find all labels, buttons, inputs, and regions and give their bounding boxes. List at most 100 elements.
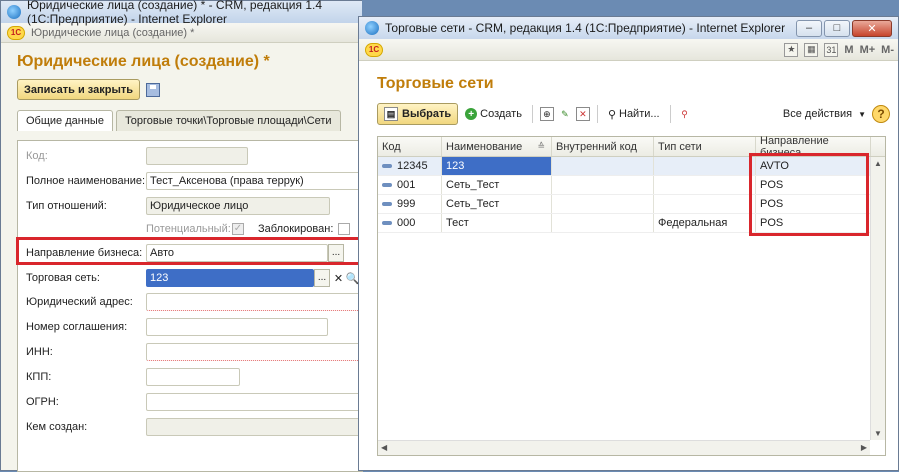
cell-network-type [654,176,756,194]
choose-button[interactable]: ▤ Выбрать [377,103,459,125]
save-disk-icon[interactable] [146,82,161,97]
tab-general-data[interactable]: Общие данные [17,110,113,131]
calculator-icon[interactable]: ▦ [804,42,819,57]
column-header-code[interactable]: Код [378,137,442,156]
list-title: Торговые сети [377,75,494,92]
column-header-network-type[interactable]: Тип сети [654,137,756,156]
relation-type-row: Тип отношений: Юридическое лицо [18,196,364,216]
create-button[interactable]: + Создать [462,103,525,125]
list-command-bar: ▤ Выбрать + Создать ⊕ ✎ ✕ ⚲ Найти... ⚲ В… [377,103,898,125]
memory-m-button[interactable]: M [844,44,853,56]
relation-type-label: Тип отношений: [26,200,107,212]
cell-code: 001 [378,176,442,194]
vertical-scrollbar[interactable]: ▲ ▼ [870,157,885,440]
legal-entity-window-title: Юридические лица (создание) * - CRM, ред… [27,0,323,26]
inn-field[interactable] [146,343,364,361]
calendar-icon[interactable]: 31 [824,42,839,57]
cell-internal-code [552,214,654,232]
sort-icon: ≙ [537,141,545,151]
internet-explorer-icon [7,5,21,19]
legal-entity-window: Юридические лица (создание) * - CRM, ред… [0,0,364,472]
cell-code-text: 12345 [397,160,428,172]
trade-network-select-button[interactable]: ... [314,269,330,287]
kpp-field[interactable] [146,368,240,386]
flags-row: Потенциальный: ✓ Заблокирован: [18,219,364,239]
cell-internal-code [552,157,654,175]
potential-label: Потенциальный: [146,223,231,235]
item-icon [382,183,392,187]
minimize-button[interactable]: – [796,19,822,37]
1c-logo-icon: 1С [7,25,25,40]
plus-icon: + [465,108,478,120]
1c-logo-icon: 1С [365,42,383,57]
cell-internal-code [552,176,654,194]
created-by-label: Кем создан: [26,421,88,433]
relation-type-field[interactable]: Юридическое лицо [146,197,330,215]
ogrn-row: ОГРН: [18,392,364,412]
column-header-name-label: Наименование [446,140,523,153]
cell-code: 12345 [378,157,442,175]
copy-icon[interactable]: ⊕ [539,107,554,121]
column-header-name[interactable]: Наименование ≙ [442,137,552,156]
all-actions-menu[interactable]: Все действия ▼ ? [783,105,890,123]
ogrn-field[interactable] [146,393,364,411]
legal-address-field[interactable] [146,293,364,311]
cell-code: 999 [378,195,442,213]
form-tabs: Общие данные Торговые точки\Торговые пло… [17,110,362,131]
save-and-close-button[interactable]: Записать и закрыть [17,79,141,100]
created-by-field[interactable] [146,418,364,436]
potential-checkbox[interactable]: ✓ [232,223,244,235]
agreement-row: Номер соглашения: [18,317,364,337]
legal-entity-window-titlebar: Юридические лица (создание) * - CRM, ред… [1,0,362,26]
scroll-right-icon[interactable]: ▶ [861,443,867,452]
separator [596,105,598,123]
column-header-internal-code[interactable]: Внутренний код [552,137,654,156]
item-icon [382,164,392,168]
cell-code: 000 [378,214,442,232]
edit-pencil-icon[interactable]: ✎ [557,107,572,121]
choose-label: Выбрать [402,108,452,120]
full-name-row: Полное наименование: Тест_Аксенова (прав… [18,171,364,191]
favorite-star-icon[interactable]: ★ [784,42,799,57]
agreement-field[interactable] [146,318,328,336]
cell-code-text: 999 [397,198,416,210]
legal-entity-subbar-title: Юридические лица (создание) * [31,26,195,39]
cell-internal-code [552,195,654,213]
clear-x-icon[interactable]: ✕ [332,269,345,287]
scroll-down-icon[interactable]: ▼ [874,429,882,438]
general-data-panel: Код: Полное наименование: Тест_Аксенова … [17,140,364,472]
scroll-up-icon[interactable]: ▲ [874,159,882,168]
agreement-label: Номер соглашения: [26,321,128,333]
memory-minus-button[interactable]: M- [881,44,894,56]
code-label: Код: [26,150,48,162]
trade-network-field[interactable]: 123 [146,269,314,287]
cell-code-text: 001 [397,179,416,191]
delete-icon[interactable]: ✕ [575,107,590,121]
help-icon[interactable]: ? [872,105,890,123]
legal-address-row: Юридический адрес: [18,292,364,312]
maximize-button[interactable]: □ [824,19,850,37]
memory-plus-button[interactable]: M+ [860,44,876,56]
business-direction-column-highlight [749,153,869,236]
separator [669,105,671,123]
cell-name: 123 [442,157,552,175]
cancel-search-icon[interactable]: ⚲ [677,107,692,121]
find-button[interactable]: ⚲ Найти... [605,103,663,125]
scroll-left-icon[interactable]: ◀ [381,443,387,452]
horizontal-scrollbar[interactable]: ◀ ▶ [378,440,870,455]
code-row: Код: [18,146,364,166]
tab-trade-points[interactable]: Торговые точки\Торговые площади\Сети [115,110,341,131]
cell-name: Сеть_Тест [442,195,552,213]
create-label: Создать [480,108,522,120]
internet-explorer-icon [365,21,379,35]
item-icon [382,221,392,225]
code-field[interactable] [146,147,248,165]
close-button[interactable]: ✕ [852,19,892,37]
trade-networks-window: Торговые сети - CRM, редакция 1.4 (1С:Пр… [358,16,899,471]
item-icon [382,202,392,206]
legal-address-label: Юридический адрес: [26,296,133,308]
kpp-label: КПП: [26,371,52,383]
full-name-field[interactable]: Тест_Аксенова (права террук) [146,172,364,190]
choose-icon: ▤ [384,107,398,121]
blocked-checkbox[interactable] [338,223,350,235]
